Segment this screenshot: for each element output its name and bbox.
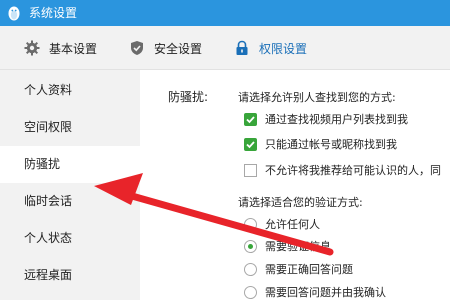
sidebar-item-remote-desktop[interactable]: 远程桌面: [0, 257, 140, 294]
tab-label: 权限设置: [259, 41, 308, 56]
shield-icon: [131, 41, 143, 55]
radio-unselected[interactable]: [244, 285, 257, 299]
sidebar-item-temp-chat[interactable]: 临时会话: [0, 183, 140, 220]
sidebar-item-personal-status[interactable]: 个人状态: [0, 220, 140, 257]
find-prompt: 请选择允许别人查找到您的方式:: [238, 91, 396, 104]
top-tab-bar: 基本设置 安全设置 权限设置: [0, 26, 450, 70]
verify-option-allow-anyone[interactable]: 允许任何人: [244, 215, 320, 233]
verify-option-answer-question[interactable]: 需要正确回答问题: [244, 260, 353, 278]
checkbox-checked[interactable]: [244, 137, 257, 151]
tab-basic-settings[interactable]: 基本设置: [24, 26, 97, 70]
penguin-logo-icon: [8, 6, 20, 21]
lock-icon: [236, 40, 248, 55]
sidebar: 个人资料 空间权限 防骚扰 临时会话 个人状态 远程桌面: [0, 70, 140, 300]
section-label: 防骚扰:: [168, 90, 209, 104]
tab-security-settings[interactable]: 安全设置: [129, 26, 202, 70]
radio-unselected[interactable]: [244, 217, 257, 231]
settings-window: 系统设置 基本设置 安全设置 权限设置 个人资料 空间权限 防骚扰 临时会话 个…: [0, 0, 450, 300]
verify-option-require-message[interactable]: 需要验证信息: [244, 237, 331, 255]
gear-icon: [24, 40, 40, 56]
option-label: 不允许将我推荐给可能认识的人，同: [265, 164, 441, 177]
option-label: 允许任何人: [265, 218, 320, 231]
find-option-no-recommend[interactable]: 不允许将我推荐给可能认识的人，同: [244, 161, 441, 179]
settings-panel: 防骚扰: 请选择允许别人查找到您的方式: 通过查找视频用户列表找到我 只能通过帐…: [140, 70, 450, 300]
radio-selected[interactable]: [244, 239, 257, 253]
verify-option-answer-and-confirm[interactable]: 需要回答问题并由我确认: [244, 283, 386, 300]
tab-label: 安全设置: [154, 41, 203, 56]
option-label: 只能通过帐号或昵称找到我: [265, 138, 397, 151]
sidebar-item-space-permission[interactable]: 空间权限: [0, 109, 140, 146]
checkbox-unchecked[interactable]: [244, 163, 257, 177]
tab-label: 基本设置: [49, 41, 98, 56]
sidebar-item-anti-harassment[interactable]: 防骚扰: [0, 146, 140, 183]
option-label: 通过查找视频用户列表找到我: [265, 113, 408, 126]
tab-permission-settings[interactable]: 权限设置: [234, 26, 307, 70]
find-option-video-list[interactable]: 通过查找视频用户列表找到我: [244, 110, 408, 128]
option-label: 需要验证信息: [265, 240, 331, 253]
option-label: 需要正确回答问题: [265, 263, 353, 276]
radio-unselected[interactable]: [244, 262, 257, 276]
checkbox-checked[interactable]: [244, 112, 257, 126]
verify-prompt: 请选择适合您的验证方式:: [238, 196, 363, 209]
title-bar: 系统设置: [0, 0, 450, 26]
sidebar-item-profile[interactable]: 个人资料: [0, 72, 140, 109]
window-title: 系统设置: [29, 6, 78, 20]
option-label: 需要回答问题并由我确认: [265, 286, 386, 299]
find-option-account-or-nickname[interactable]: 只能通过帐号或昵称找到我: [244, 135, 397, 153]
